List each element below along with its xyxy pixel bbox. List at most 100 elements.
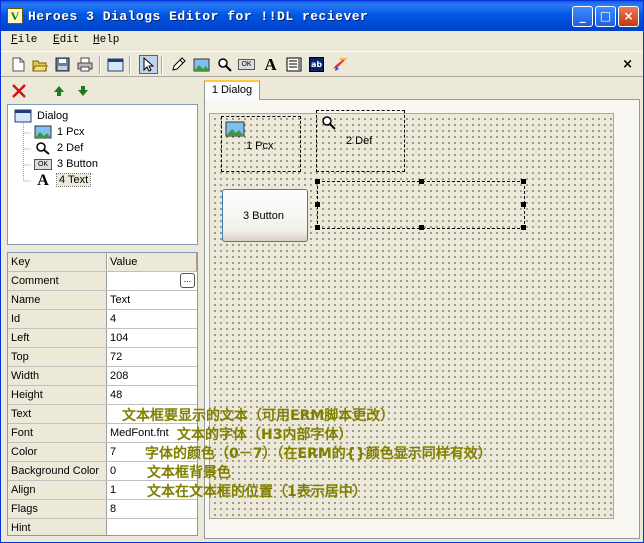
grid-value[interactable]: 4 bbox=[108, 310, 197, 328]
tree-item-pcx[interactable]: 1 Pcx bbox=[34, 124, 85, 140]
toolbar-separator bbox=[129, 56, 131, 74]
widget-button[interactable]: 3 Button bbox=[222, 189, 308, 242]
menu-file-mnemonic: F bbox=[11, 34, 18, 46]
menu-bar: File Edit Help bbox=[1, 31, 643, 51]
resize-handle[interactable] bbox=[315, 202, 320, 207]
annotation-text: 文本框要显示的文本（可用ERM脚本更改） bbox=[122, 408, 395, 424]
grid-key: Name bbox=[8, 291, 107, 309]
grid-key: Font bbox=[8, 424, 107, 442]
picture-icon bbox=[34, 125, 52, 139]
move-down-icon[interactable] bbox=[77, 85, 89, 100]
grid-row-hint[interactable]: Hint bbox=[8, 519, 197, 535]
widget-pcx[interactable]: 1 Pcx bbox=[221, 116, 301, 172]
grid-row-width[interactable]: Width 208 bbox=[8, 367, 197, 386]
tree-item-text[interactable]: A 4 Text bbox=[34, 172, 92, 188]
new-file-icon[interactable] bbox=[9, 55, 28, 74]
resize-handle[interactable] bbox=[315, 225, 320, 230]
edit-field-icon[interactable]: ab bbox=[307, 55, 326, 74]
delete-icon[interactable] bbox=[11, 83, 27, 102]
grid-row-top[interactable]: Top 72 bbox=[8, 348, 197, 367]
annotation-font: 文本的字体（H3内部字体） bbox=[177, 427, 353, 443]
widget-text-selected[interactable] bbox=[315, 179, 526, 230]
text-a-icon[interactable]: A bbox=[261, 55, 280, 74]
grid-key: Text bbox=[8, 405, 107, 423]
ok-glyph: OK bbox=[238, 59, 255, 70]
maximize-button[interactable]: □ bbox=[595, 6, 616, 27]
widget-pcx-label: 1 Pcx bbox=[246, 140, 274, 152]
grid-value[interactable]: 104 bbox=[108, 329, 197, 347]
widget-button-label: 3 Button bbox=[243, 210, 284, 222]
grid-key: Top bbox=[8, 348, 107, 366]
magnifier-def-icon[interactable] bbox=[215, 55, 234, 74]
ellipsis-button[interactable]: ... bbox=[180, 273, 195, 288]
menu-edit[interactable]: Edit bbox=[53, 34, 79, 46]
resize-handle[interactable] bbox=[419, 225, 424, 230]
close-button[interactable]: × bbox=[618, 6, 639, 27]
resize-handle[interactable] bbox=[521, 225, 526, 230]
dialog-window-icon[interactable] bbox=[106, 55, 125, 74]
grid-value[interactable] bbox=[108, 519, 197, 535]
grid-value[interactable]: 208 bbox=[108, 367, 197, 385]
ok-button-icon[interactable]: OK bbox=[237, 55, 256, 74]
save-disk-icon[interactable] bbox=[53, 55, 72, 74]
edit-glyph: ab bbox=[308, 57, 325, 72]
grid-key: Width bbox=[8, 367, 107, 385]
element-tree[interactable]: Dialog 1 Pcx 2 Def OK 3 Button A 4 Text bbox=[7, 104, 198, 245]
grid-row-comment[interactable]: Comment ... bbox=[8, 272, 197, 291]
minimize-button[interactable]: _ bbox=[572, 6, 593, 27]
menu-edit-label: dit bbox=[59, 34, 80, 46]
grid-key: Id bbox=[8, 310, 107, 328]
resize-handle[interactable] bbox=[315, 179, 320, 184]
menu-help-label: elp bbox=[99, 34, 120, 46]
grid-key: Flags bbox=[8, 500, 107, 518]
grid-value[interactable]: 8 bbox=[108, 500, 197, 518]
pencil-icon[interactable] bbox=[169, 55, 188, 74]
list-icon[interactable] bbox=[284, 55, 303, 74]
annotation-background: 文本框背景色 bbox=[147, 465, 231, 481]
grid-row-flags[interactable]: Flags 8 bbox=[8, 500, 197, 519]
grid-key: Hint bbox=[8, 519, 107, 535]
main-window: V Heroes 3 Dialogs Editor for !!DL recie… bbox=[0, 0, 644, 543]
widget-def-label: 2 Def bbox=[346, 135, 373, 147]
title-bar[interactable]: V Heroes 3 Dialogs Editor for !!DL recie… bbox=[1, 1, 643, 31]
widget-def[interactable]: 2 Def bbox=[316, 110, 405, 172]
magnifier-icon bbox=[36, 142, 50, 155]
grid-row-font[interactable]: Font MedFont.fnt bbox=[8, 424, 197, 443]
open-folder-icon[interactable] bbox=[30, 55, 49, 74]
grid-value[interactable]: Text bbox=[108, 291, 197, 309]
resize-handle[interactable] bbox=[419, 179, 424, 184]
grid-row-name[interactable]: Name Text bbox=[8, 291, 197, 310]
tree-item-label: 4 Text bbox=[55, 173, 92, 187]
picture-pcx-icon[interactable] bbox=[192, 55, 211, 74]
app-icon: V bbox=[7, 8, 23, 24]
grid-key: Color bbox=[8, 443, 107, 461]
grid-header: Key Value bbox=[8, 253, 197, 272]
text-a-glyph: A bbox=[264, 55, 277, 74]
menu-edit-mnemonic: E bbox=[53, 34, 60, 46]
grid-key: Background Color bbox=[8, 462, 107, 480]
tree-item-label: 2 Def bbox=[57, 142, 84, 154]
tree-item-label: 1 Pcx bbox=[57, 126, 85, 138]
grid-value[interactable]: 48 bbox=[108, 386, 197, 404]
toolbar-close-icon[interactable]: × bbox=[622, 57, 633, 72]
tree-item-def[interactable]: 2 Def bbox=[34, 140, 83, 156]
grid-row-id[interactable]: Id 4 bbox=[8, 310, 197, 329]
menu-help[interactable]: Help bbox=[93, 34, 119, 46]
grid-row-left[interactable]: Left 104 bbox=[8, 329, 197, 348]
grid-key: Align bbox=[8, 481, 107, 499]
tab-dialog[interactable]: 1 Dialog bbox=[204, 80, 260, 100]
grid-header-key: Key bbox=[8, 253, 107, 271]
resize-handle[interactable] bbox=[521, 179, 526, 184]
resize-handle[interactable] bbox=[521, 202, 526, 207]
grid-key: Comment bbox=[8, 272, 107, 290]
print-icon[interactable] bbox=[75, 55, 94, 74]
grid-row-height[interactable]: Height 48 bbox=[8, 386, 197, 405]
paint-brush-icon[interactable] bbox=[331, 55, 350, 74]
tree-item-button[interactable]: OK 3 Button bbox=[34, 156, 98, 172]
menu-help-mnemonic: H bbox=[93, 34, 100, 46]
grid-value[interactable]: 72 bbox=[108, 348, 197, 366]
ok-button-icon: OK bbox=[34, 158, 52, 170]
pointer-arrow-icon[interactable] bbox=[139, 55, 158, 74]
move-up-icon[interactable] bbox=[53, 85, 65, 100]
menu-file[interactable]: File bbox=[11, 34, 37, 46]
